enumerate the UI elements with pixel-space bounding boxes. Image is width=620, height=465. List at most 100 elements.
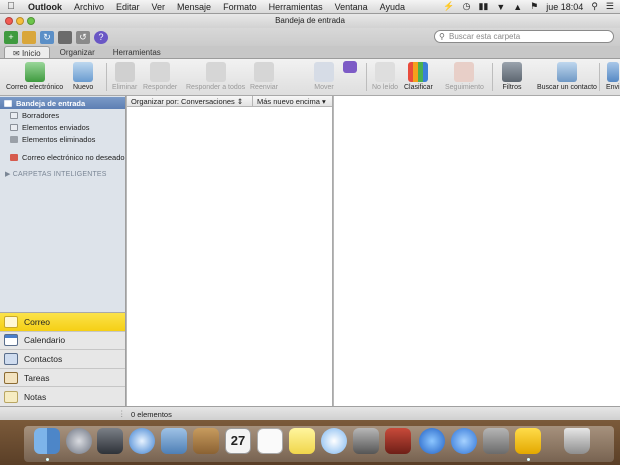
send-receive-button[interactable]: Envi (606, 62, 620, 91)
trash-icon[interactable] (564, 428, 590, 454)
ribbon-separator (366, 63, 367, 91)
volume-icon[interactable]: ▲ (513, 2, 522, 12)
move-button[interactable]: Mover (314, 62, 334, 91)
arrange-by-label: Organizar por: Conversaciones (131, 97, 235, 106)
nav-mail-label: Correo (24, 316, 50, 327)
menu-ventana[interactable]: Ventana (329, 2, 374, 12)
calendar-icon[interactable]: 27 (225, 428, 251, 454)
menu-editar[interactable]: Editar (110, 2, 146, 12)
tab-herramientas[interactable]: Herramientas (105, 46, 169, 58)
nav-calendar[interactable]: Calendario (0, 332, 125, 351)
app-store-icon[interactable] (451, 428, 477, 454)
nav-tasks[interactable]: Tareas (0, 369, 125, 388)
tab-inicio[interactable]: ✉ Inicio (4, 46, 50, 58)
followup-label: Seguimiento (445, 84, 484, 91)
folder-junk[interactable]: Correo electrónico no deseado (0, 151, 125, 163)
launchpad-icon[interactable] (66, 428, 92, 454)
folder-sent[interactable]: Elementos enviados (0, 121, 125, 133)
open-folder-icon[interactable] (22, 30, 36, 44)
flag-icon[interactable]: ⚑ (530, 1, 538, 12)
battery-icon[interactable]: ▮▮ (478, 1, 488, 12)
help-icon[interactable]: ? (94, 30, 108, 44)
new-email-label: Correo electrónico (6, 84, 64, 91)
nav-notes-label: Notas (24, 391, 47, 402)
forward-icon (254, 62, 274, 82)
unread-button[interactable]: No leído (372, 62, 398, 91)
resize-handle-icon[interactable]: ⋮ (118, 409, 126, 418)
new-item-button[interactable]: Nuevo (73, 62, 93, 91)
system-preferences-icon[interactable] (483, 428, 509, 454)
new-item-icon[interactable]: + (4, 30, 18, 44)
search-icon[interactable]: ⚲ (591, 1, 598, 12)
search-folder-input[interactable]: ⚲ Buscar esta carpeta (434, 30, 614, 43)
finder-icon[interactable] (34, 428, 60, 454)
message-list[interactable]: Organizar por: Conversaciones ⇕ Más nuev… (127, 96, 333, 406)
folder-drafts[interactable]: Borradores (0, 109, 125, 121)
reply-all-button[interactable]: Responder a todos (186, 62, 245, 91)
clock-label[interactable]: jue 18:04 (546, 2, 583, 12)
folder-deleted[interactable]: Elementos eliminados (0, 133, 125, 145)
wifi-icon[interactable]: ▼ (496, 2, 505, 12)
menu-ver[interactable]: Ver (146, 2, 172, 12)
undo-icon[interactable]: ↺ (76, 30, 90, 44)
filters-button[interactable]: Filtros (502, 62, 522, 91)
status-bar: ⋮ 0 elementos (0, 406, 620, 420)
arrange-by-dropdown[interactable]: Organizar por: Conversaciones ⇕ (127, 96, 253, 106)
categorize-button[interactable]: Clasificar (404, 62, 433, 91)
nav-mail[interactable]: Correo (0, 313, 125, 332)
forward-button[interactable]: Reenviar (250, 62, 278, 91)
menu-mensaje[interactable]: Mensaje (171, 2, 217, 12)
itunes-icon[interactable] (419, 428, 445, 454)
folder-sent-label: Elementos enviados (22, 122, 90, 132)
print-icon[interactable] (58, 30, 72, 44)
outlook-icon[interactable] (515, 428, 541, 454)
safari-icon[interactable] (129, 428, 155, 454)
folder-inbox-label: Bandeja de entrada (16, 98, 86, 108)
search-placeholder: Buscar esta carpeta (449, 32, 521, 41)
nav-notes[interactable]: Notas (0, 387, 125, 406)
followup-button[interactable]: Seguimiento (445, 62, 484, 91)
zoom-window-button[interactable] (27, 17, 35, 25)
nav-tasks-label: Tareas (24, 372, 50, 383)
apple-icon[interactable]:  (0, 1, 22, 12)
facetime-icon[interactable] (353, 428, 379, 454)
notes-icon[interactable] (289, 428, 315, 454)
item-count: 0 elementos (131, 410, 172, 419)
sort-order-dropdown[interactable]: Más nuevo encima ▾ (253, 96, 332, 106)
photo-booth-icon[interactable] (385, 428, 411, 454)
tab-inicio-label: Inicio (21, 49, 41, 58)
list-icon[interactable]: ☰ (606, 1, 614, 12)
menu-herramientas[interactable]: Herramientas (263, 2, 329, 12)
find-contact-label: Buscar un contacto (537, 84, 597, 91)
bolt-icon[interactable]: ⚡ (443, 1, 454, 12)
smart-folders-label: CARPETAS INTELIGENTES (12, 171, 107, 178)
close-window-button[interactable] (5, 17, 13, 25)
new-email-button[interactable]: Correo electrónico (6, 62, 63, 91)
menu-ayuda[interactable]: Ayuda (374, 2, 411, 12)
junk-options-button[interactable] (343, 61, 357, 75)
chevron-updown-icon: ⇕ (236, 97, 244, 106)
folder-inbox[interactable]: Bandeja de entrada (0, 97, 125, 109)
chevron-down-icon: ▾ (322, 97, 326, 106)
reply-button[interactable]: Responder (143, 62, 177, 91)
delete-button[interactable]: Eliminar (112, 62, 137, 91)
reminders-icon[interactable] (257, 428, 283, 454)
ribbon-separator (492, 63, 493, 91)
minimize-window-button[interactable] (16, 17, 24, 25)
mission-control-icon[interactable] (97, 428, 123, 454)
smart-folders-header[interactable]: ▶ CARPETAS INTELIGENTES (0, 169, 125, 181)
nav-contacts[interactable]: Contactos (0, 350, 125, 369)
sync-icon[interactable]: ↻ (40, 30, 54, 44)
clock-icon[interactable]: ◷ (463, 1, 471, 12)
filter-icon (502, 62, 522, 82)
menu-archivo[interactable]: Archivo (68, 2, 110, 12)
menu-formato[interactable]: Formato (217, 2, 263, 12)
new-email-icon (24, 62, 45, 82)
contacts-icon[interactable] (193, 428, 219, 454)
messages-icon[interactable] (321, 428, 347, 454)
tab-organizar[interactable]: Organizar (52, 46, 103, 58)
menu-outlook[interactable]: Outlook (22, 2, 68, 12)
mail-icon[interactable] (161, 428, 187, 454)
folder-deleted-label: Elementos eliminados (22, 134, 96, 144)
find-contact-button[interactable]: Buscar un contacto (537, 62, 597, 91)
